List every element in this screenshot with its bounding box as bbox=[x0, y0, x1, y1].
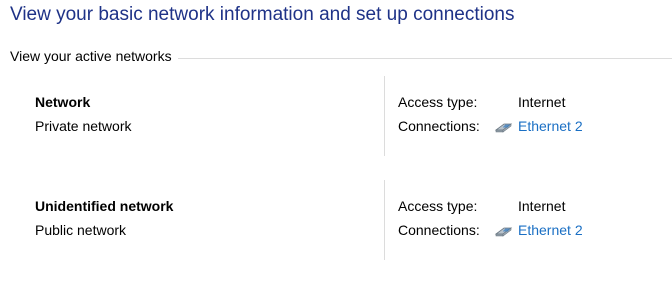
ethernet-icon bbox=[494, 227, 513, 237]
network-name: Network bbox=[35, 94, 91, 110]
access-type-label: Access type: bbox=[398, 198, 478, 214]
connections-label: Connections: bbox=[398, 222, 480, 238]
network-category[interactable]: Public network bbox=[35, 222, 126, 238]
access-type-value: Internet bbox=[518, 198, 566, 214]
network-entry: Unidentified network Public network Acce… bbox=[0, 180, 672, 260]
page-title: View your basic network information and … bbox=[10, 4, 515, 25]
column-divider bbox=[384, 76, 385, 156]
network-sharing-center: View your basic network information and … bbox=[0, 0, 672, 281]
access-type-label: Access type: bbox=[398, 94, 478, 110]
active-networks-header: View your active networks bbox=[10, 48, 672, 66]
connections-label: Connections: bbox=[398, 118, 480, 134]
column-divider bbox=[384, 180, 385, 260]
access-type-value: Internet bbox=[518, 94, 566, 110]
network-entry: Network Private network Access type: Int… bbox=[0, 76, 672, 156]
section-label: View your active networks bbox=[10, 48, 178, 64]
network-category[interactable]: Private network bbox=[35, 118, 131, 134]
network-name: Unidentified network bbox=[35, 198, 174, 214]
ethernet-icon bbox=[494, 123, 513, 133]
ethernet-connection-link[interactable]: Ethernet 2 bbox=[518, 118, 583, 134]
ethernet-connection-link[interactable]: Ethernet 2 bbox=[518, 222, 583, 238]
